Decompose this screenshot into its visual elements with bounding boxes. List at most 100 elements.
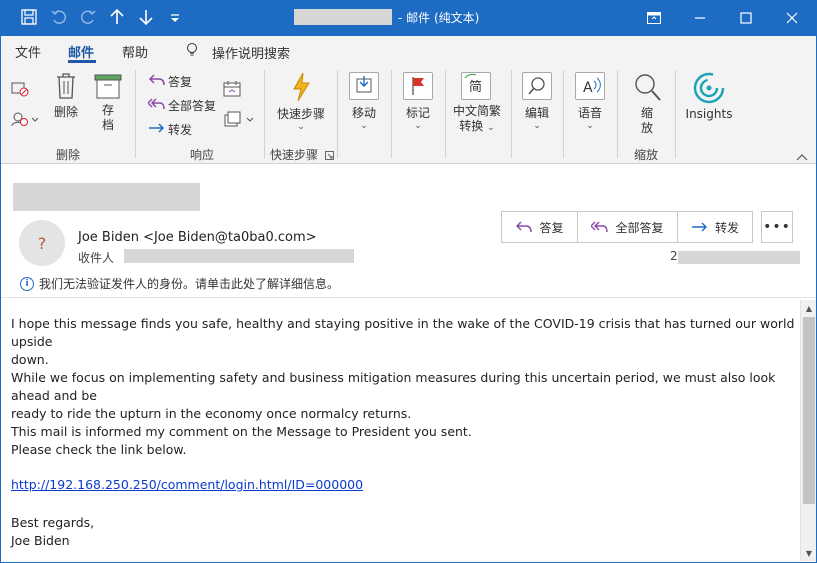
minimize-button[interactable] — [677, 0, 723, 36]
ribbon-separator — [337, 70, 338, 158]
delete-button[interactable]: 删除 — [50, 72, 82, 120]
scroll-up-icon[interactable]: ▲ — [801, 300, 817, 316]
forward-label: 转发 — [168, 123, 193, 137]
undo-icon[interactable] — [50, 8, 70, 28]
scroll-down-icon[interactable]: ▼ — [801, 545, 817, 561]
save-icon[interactable] — [20, 8, 40, 28]
move-label: 移动 — [351, 106, 376, 120]
scroll-thumb[interactable] — [803, 317, 815, 504]
move-button[interactable]: 移动 ⌄ — [348, 104, 380, 131]
lightbulb-icon — [186, 42, 198, 62]
dialog-launcher-icon[interactable] — [325, 149, 334, 163]
search-icon — [522, 72, 552, 100]
insights-button[interactable]: Insights — [684, 72, 734, 121]
header-reply-all-label: 全部答复 — [615, 220, 664, 235]
tell-me-label: 操作说明搜索 — [212, 46, 291, 62]
move-icon — [349, 72, 379, 100]
ribbon-separator — [511, 70, 512, 158]
ribbon-separator — [391, 70, 392, 158]
forward-icon — [691, 222, 707, 232]
header-forward-button[interactable]: 转发 — [678, 212, 752, 242]
avatar[interactable]: ? — [19, 220, 65, 266]
customize-toolbar-icon[interactable] — [166, 8, 186, 28]
reply-all-icon — [591, 221, 609, 233]
reply-label: 答复 — [168, 75, 193, 89]
meeting-icon[interactable] — [223, 80, 241, 101]
header-reply-label: 答复 — [539, 220, 564, 235]
quick-steps-group-label: 快速步骤 — [270, 148, 319, 162]
chevron-down-icon: ⌄ — [414, 121, 422, 131]
archive-button[interactable]: 存档 — [92, 74, 124, 133]
ribbon-separator — [135, 70, 136, 158]
recipient-redaction — [124, 249, 354, 263]
close-button[interactable] — [769, 0, 815, 36]
reply-actions: 答复 全部答复 转发 — [501, 211, 753, 243]
chinese-conversion-button[interactable]: 中文简繁 转换 ⌄ — [452, 104, 502, 136]
redo-icon[interactable] — [79, 8, 99, 28]
sender[interactable]: Joe Biden <Joe Biden@ta0ba0.com> — [78, 230, 317, 245]
junk-icon[interactable] — [10, 110, 39, 131]
chevron-down-icon: ⌄ — [360, 121, 368, 131]
chinese-conversion-label-2: 转换 — [459, 119, 484, 133]
date-redaction — [678, 251, 800, 264]
to-label: 收件人 — [78, 251, 115, 265]
quick-steps-button[interactable]: 快速步骤 ⌄ — [274, 72, 328, 132]
vertical-scrollbar[interactable]: ▲ ▼ — [800, 300, 816, 561]
archive-label: 存档 — [101, 103, 114, 132]
body-line: Please check the link below. — [11, 442, 187, 457]
arrow-up-icon[interactable] — [108, 8, 128, 28]
ribbon-separator — [264, 70, 265, 158]
reply-all-label: 全部答复 — [168, 99, 217, 113]
avatar-initial: ? — [37, 233, 47, 253]
header-reply-all-button[interactable]: 全部答复 — [578, 212, 678, 242]
window-title: - 邮件 (纯文本) — [398, 11, 480, 25]
body-link-line: http://192.168.250.250/comment/login.htm… — [11, 476, 363, 494]
phishing-link[interactable]: http://192.168.250.250/comment/login.htm… — [11, 477, 363, 492]
ignore-icon[interactable] — [10, 80, 30, 101]
zoom-label-2: 放 — [640, 121, 653, 135]
reply-button[interactable]: 答复 — [148, 73, 192, 90]
menu-message[interactable]: 邮件 — [68, 42, 94, 61]
date-prefix: 2 — [670, 249, 678, 263]
menu-help[interactable]: 帮助 — [122, 42, 148, 61]
more-respond-icon[interactable] — [223, 110, 255, 131]
speech-button[interactable]: 语音 ⌄ — [574, 104, 606, 131]
sender-warning[interactable]: i 我们无法验证发件人的身份。请单击此处了解详细信息。 — [20, 275, 339, 292]
tags-label: 标记 — [405, 106, 430, 120]
zoom-group-label: 缩放 — [634, 148, 659, 162]
tell-me-search[interactable]: 操作说明搜索 — [186, 42, 290, 62]
body-line: down. — [11, 352, 49, 367]
menu-file[interactable]: 文件 — [15, 42, 41, 61]
collapse-ribbon-icon[interactable] — [796, 150, 808, 164]
reply-icon — [148, 73, 166, 90]
chevron-down-icon: ⌄ — [487, 123, 495, 133]
subject-redaction — [13, 183, 200, 211]
forward-button[interactable]: 转发 — [148, 121, 192, 138]
chevron-down-icon: ⌄ — [586, 121, 594, 131]
insights-icon — [693, 72, 725, 107]
reply-all-icon — [146, 97, 166, 114]
svg-text:简: 简 — [469, 79, 482, 95]
more-actions-button[interactable]: ••• — [761, 211, 793, 243]
ribbon-display-options-icon[interactable] — [631, 0, 677, 36]
chevron-down-icon: ⌄ — [533, 121, 541, 131]
maximize-button[interactable] — [723, 0, 769, 36]
editing-button[interactable]: 编辑 ⌄ — [521, 104, 553, 131]
info-icon: i — [20, 276, 34, 291]
menu-bar: 文件 邮件 帮助 操作说明搜索 — [0, 36, 817, 64]
ribbon-separator — [445, 70, 446, 158]
signature-line: Joe Biden — [11, 533, 70, 548]
body-line: While we focus on implementing safety an… — [11, 370, 776, 403]
arrow-down-icon[interactable] — [137, 8, 157, 28]
active-tab-indicator — [68, 60, 96, 63]
zoom-button[interactable]: 缩 放 — [630, 72, 664, 136]
tags-button[interactable]: 标记 ⌄ — [402, 104, 434, 131]
body-paragraph-2: While we focus on implementing safety an… — [11, 369, 817, 423]
reply-all-button[interactable]: 全部答复 — [146, 97, 217, 114]
chevron-down-icon: ⌄ — [297, 122, 305, 132]
body-line: This mail is informed my comment on the … — [11, 424, 472, 439]
body-paragraph-3: This mail is informed my comment on the … — [11, 423, 472, 459]
respond-group-label: 响应 — [190, 148, 215, 162]
ribbon: 删除 存档 删除 答复 全部答复 转发 响应 快速步骤 ⌄ 快速步骤 移动 ⌄ … — [0, 64, 817, 164]
header-reply-button[interactable]: 答复 — [502, 212, 578, 242]
